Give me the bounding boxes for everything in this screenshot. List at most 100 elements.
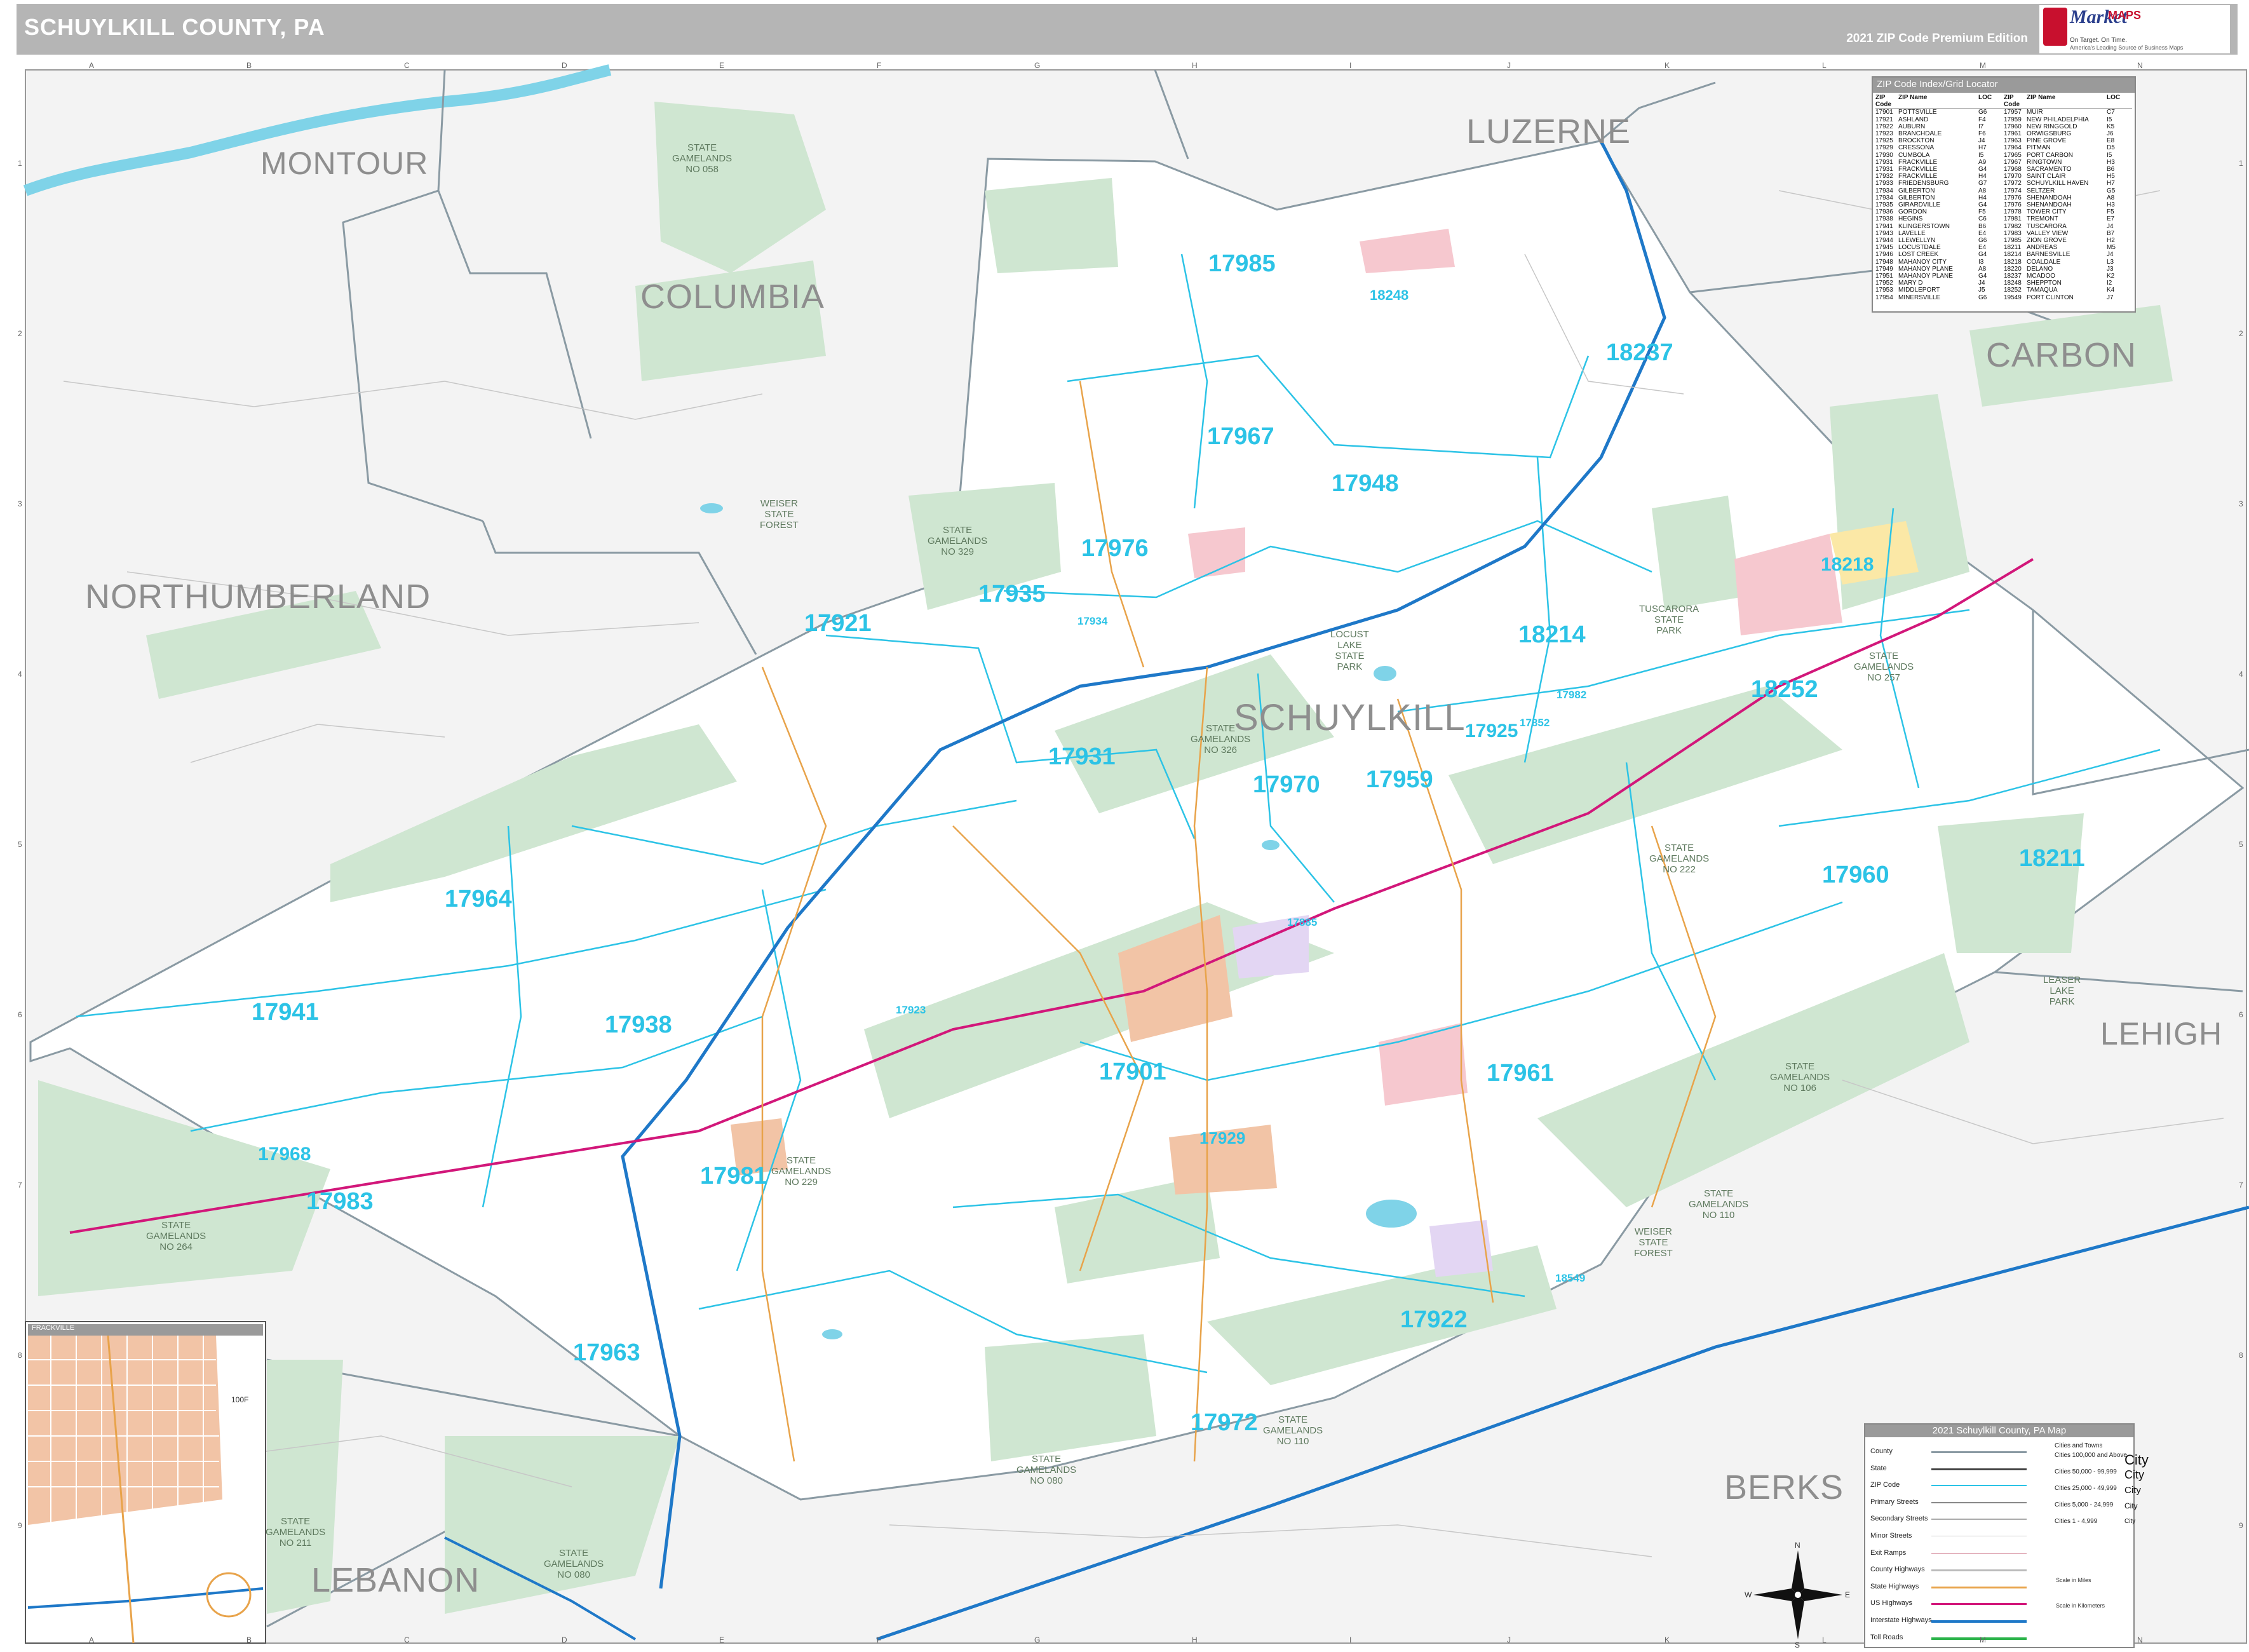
zip-code-index: ZIP Code Index/Grid Locator ZIP Code ZIP … [1872,76,2136,313]
legend-city-row: Cities 1 - 4,999 City [2055,1518,2136,1525]
zip-label-18549[interactable]: 18549 [1555,1272,1585,1285]
zip-index-row: 17946 LOST CREEK G4 [1875,251,1987,259]
county-label-lehigh: LEHIGH [2100,1016,2223,1052]
zip-label-17972[interactable]: 17972 [1191,1409,1258,1437]
zip-label-17976[interactable]: 17976 [1081,535,1149,562]
zip-label-17961[interactable]: 17961 [1487,1060,1554,1087]
legend-item: County Highways [1870,1563,2036,1580]
zip-index-row: 17930 CUMBOLA I5 [1875,151,1984,159]
zip-index-row: 17952 MARY D J4 [1875,280,1985,287]
zip-index-row: 17936 GORDON F5 [1875,208,1986,216]
zip-label-17970[interactable]: 17970 [1253,771,1320,799]
grid-column-label: N [2137,61,2143,70]
zip-index-row: 17931 FRACKVILLE A9 [1875,158,1987,166]
zip-label-17938[interactable]: 17938 [605,1012,672,1039]
grid-row-label: 9 [2239,1521,2243,1530]
zip-index-row: 17943 LAVELLE E4 [1875,229,1987,237]
zip-label-17982[interactable]: 17982 [1557,689,1586,701]
zip-label-17948[interactable]: 17948 [1332,470,1399,498]
zip-label-18252[interactable]: 18252 [1751,676,1818,703]
grid-column-label: F [877,1635,882,1644]
gamelands-label: STATE GAMELANDS NO 329 [928,525,988,557]
zip-label-17901[interactable]: 17901 [1099,1059,1166,1086]
zip-label-17925[interactable]: 17925 [1465,721,1518,742]
zip-label-18214[interactable]: 18214 [1518,621,1586,649]
grid-column-label: I [1349,1635,1352,1644]
zip-label-18237[interactable]: 18237 [1606,339,1673,367]
zip-label-17885[interactable]: 17885 [1287,916,1317,929]
compass-n: N [1795,1541,1800,1550]
zip-label-17960[interactable]: 17960 [1822,862,1889,889]
zip-index-row: 18211 ANDREAS M5 [2004,244,2116,252]
grid-column-label: G [1034,61,1041,70]
legend-line-swatch [1931,1586,2027,1588]
zip-label-17941[interactable]: 17941 [252,999,319,1026]
grid-column-label: L [1822,1635,1827,1644]
grid-column-label: J [1507,61,1511,70]
grid-row-label: 6 [18,1010,22,1019]
zip-label-17852[interactable]: 17852 [1520,717,1550,729]
legend-line-swatch [1931,1501,2027,1503]
zip-index-row: 19549 PORT CLINTON J7 [2004,294,2114,301]
zip-index-row: 17931 FRACKVILLE G4 [1875,166,1987,173]
zip-label-18211[interactable]: 18211 [2019,845,2085,872]
inset-urban-area [28,1336,222,1525]
compass-w: W [1745,1590,1752,1599]
zip-label-17935[interactable]: 17935 [978,581,1046,608]
gamelands-label: STATE GAMELANDS NO 110 [1689,1188,1749,1221]
zip-label-17967[interactable]: 17967 [1207,423,1274,450]
zip-label-17981[interactable]: 17981 [700,1163,767,1190]
zip-index-row: 17982 TUSCARORA J4 [2004,222,2114,230]
legend-line-swatch [1931,1552,2027,1554]
zip-label-17923[interactable]: 17923 [896,1004,926,1017]
zip-label-18218[interactable]: 18218 [1821,554,1874,576]
zip-index-row: 17953 MIDDLEPORT J5 [1875,287,1985,294]
zip-index-row: 17948 MAHANOY CITY I3 [1875,258,1984,266]
zip-index-row: 17961 ORWIGSBURG J6 [2004,130,2114,138]
zip-index-column-right: ZIP Code ZIP Name LOC 17957 MUIR C7 17959 NEW … [2004,94,2132,301]
legend-item: Secondary Streets [1870,1512,2036,1529]
park-label: TUSCARORA STATE PARK [1639,604,1699,636]
zip-index-row: 17978 TOWER CITY F5 [2004,208,2114,216]
grid-row-label: 1 [18,159,22,168]
scale-km-label: Scale in Kilometers [2056,1602,2105,1609]
forest-label: WEISER STATE FOREST [760,498,799,531]
legend-line-swatch [1931,1620,2027,1623]
grid-column-label: E [719,1635,725,1644]
park-label: LEASER LAKE PARK [2043,975,2081,1007]
county-label-luzerne: LUZERNE [1466,112,1631,151]
legend-line-swatch [1931,1637,2027,1640]
zip-index-row: 17972 SCHUYLKILL HAVEN H7 [2004,180,2115,187]
legend-line-swatch [1931,1569,2027,1572]
grid-column-label: B [247,61,252,70]
zip-label-18248[interactable]: 18248 [1370,287,1408,304]
zip-index-row: 17981 TREMONT E7 [2004,215,2115,223]
grid-column-label: F [877,61,882,70]
zip-label-17968[interactable]: 17968 [258,1144,311,1165]
grid-row-label: 2 [18,329,22,338]
legend-title: 2021 Schuylkill County, PA Map [1865,1425,2133,1437]
legend-item: Primary Streets [1870,1496,2036,1513]
legend-line-items: County State ZIP Code Primary Streets Second… [1870,1445,2036,1648]
park-label: LOCUST LAKE STATE PARK [1330,629,1369,672]
zip-label-17983[interactable]: 17983 [306,1188,374,1215]
zip-label-17963[interactable]: 17963 [573,1339,640,1367]
zip-index-row: 17970 SAINT CLAIR H5 [2004,173,2115,180]
zip-label-17959[interactable]: 17959 [1366,766,1433,794]
grid-column-label: A [89,61,95,70]
zip-label-17985[interactable]: 17985 [1208,250,1276,278]
zip-label-17921[interactable]: 17921 [804,610,872,637]
gamelands-label: STATE GAMELANDS NO 058 [672,142,733,175]
zip-label-17934[interactable]: 17934 [1077,615,1107,628]
zip-label-17922[interactable]: 17922 [1400,1306,1468,1334]
zip-label-17964[interactable]: 17964 [445,886,512,913]
zip-index-row: 17934 GILBERTON A8 [1875,187,1987,194]
grid-column-label: M [1980,61,1986,70]
gamelands-label: STATE GAMELANDS NO 326 [1191,723,1251,755]
zip-index-row: 18220 DELANO J3 [2004,265,2114,273]
zip-index-header: ZIP Code ZIP Name LOC [2004,94,2132,109]
zip-label-17931[interactable]: 17931 [1048,743,1116,771]
gamelands-label: STATE GAMELANDS NO 257 [1854,651,1914,683]
zip-label-17929[interactable]: 17929 [1199,1128,1245,1148]
map-legend: 2021 Schuylkill County, PA Map County Sta… [1864,1423,2149,1648]
